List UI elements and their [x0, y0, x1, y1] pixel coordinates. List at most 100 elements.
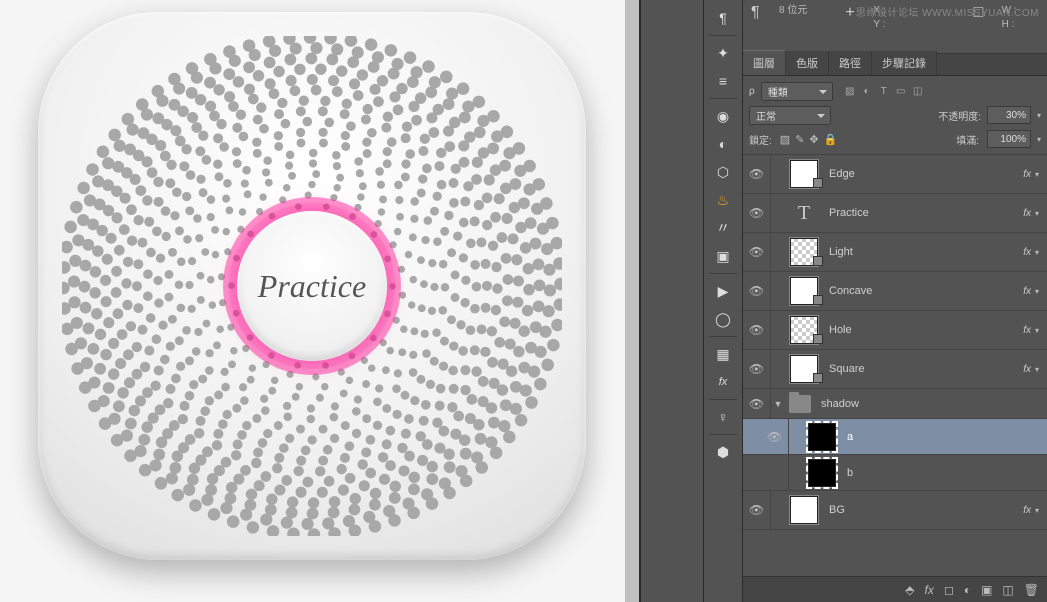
- opacity-input[interactable]: [987, 106, 1031, 124]
- filter-type-icon[interactable]: T: [877, 86, 891, 97]
- layer-concave[interactable]: 👁 Concave fx ▾: [743, 272, 1047, 311]
- document-canvas[interactable]: Practice: [0, 0, 625, 602]
- tab-channels[interactable]: 色版: [786, 51, 829, 75]
- tab-paths[interactable]: 路徑: [829, 51, 872, 75]
- fx-badge[interactable]: fx: [1023, 325, 1031, 336]
- canvas-gap: [640, 0, 703, 602]
- layer-thumbnail[interactable]: [807, 422, 837, 452]
- tab-history[interactable]: 步驟記錄: [872, 51, 937, 75]
- delete-layer-icon[interactable]: 🗑: [1024, 583, 1039, 597]
- layer-filter-icons: ▨ ◐ T ▭ ◫: [843, 86, 925, 97]
- canvas-area: Practice: [0, 0, 640, 602]
- brush-settings-icon[interactable]: ✦: [709, 40, 737, 66]
- blend-mode-dropdown[interactable]: 正常: [749, 106, 831, 125]
- color-picker-tool-icon[interactable]: ⬡: [709, 159, 737, 185]
- visibility-toggle[interactable]: 👁: [743, 155, 771, 193]
- filter-adjust-icon[interactable]: ◐: [860, 86, 874, 97]
- opacity-label: 不透明度:: [938, 108, 981, 123]
- fx-icon[interactable]: fx: [709, 369, 737, 395]
- layer-kind-dropdown[interactable]: 種類: [761, 82, 833, 101]
- lock-all-icon[interactable]: 🔒: [824, 133, 838, 146]
- fx-expand-icon[interactable]: ▾: [1035, 248, 1039, 257]
- shape-badge-icon: [813, 334, 823, 344]
- panels-column: 思缘设计论坛 WWW.MISSYUAN.COM ¶ 8 位元 + X : Y :…: [743, 0, 1047, 602]
- shape-badge-icon: [813, 373, 823, 383]
- layers-list[interactable]: 👁 Edge fx ▾ 👁 T Practice fx ▾ 👁 Light fx…: [743, 155, 1047, 576]
- tab-layers[interactable]: 圖層: [743, 50, 786, 75]
- visibility-toggle[interactable]: 👁: [743, 389, 771, 418]
- new-layer-icon[interactable]: ◫: [1002, 583, 1013, 597]
- fx-badge[interactable]: fx: [1023, 247, 1031, 258]
- device-icon-artwork: Practice: [38, 12, 586, 560]
- fx-badge[interactable]: fx: [1023, 286, 1031, 297]
- brush-presets-icon[interactable]: ≡: [709, 68, 737, 94]
- layer-hole[interactable]: 👁 Hole fx ▾: [743, 311, 1047, 350]
- paragraph-info-icon: ¶: [751, 4, 771, 49]
- y-label: Y :: [873, 18, 885, 32]
- fx-expand-icon[interactable]: ▾: [1035, 287, 1039, 296]
- styles-icon[interactable]: 〃: [709, 215, 737, 241]
- layer-practice[interactable]: 👁 T Practice fx ▾: [743, 194, 1047, 233]
- lock-transparency-icon[interactable]: ▨: [780, 133, 790, 146]
- watermark-text: 思缘设计论坛 WWW.MISSYUAN.COM: [856, 4, 1039, 19]
- swirl-icon[interactable]: ◐: [709, 131, 737, 157]
- add-group-icon[interactable]: ▣: [981, 583, 992, 597]
- visibility-toggle[interactable]: 👁: [743, 311, 771, 349]
- histogram-icon[interactable]: ▦: [709, 341, 737, 367]
- layer-b[interactable]: 👁 b: [743, 455, 1047, 491]
- visibility-toggle[interactable]: 👁: [743, 233, 771, 271]
- fx-expand-icon[interactable]: ▾: [1035, 365, 1039, 374]
- kind-prefix: ρ: [749, 86, 755, 97]
- fx-expand-icon[interactable]: ▾: [1035, 506, 1039, 515]
- clone-source-icon[interactable]: ◉: [709, 103, 737, 129]
- folder-icon[interactable]: [789, 395, 811, 413]
- device-center-label: Practice: [258, 268, 366, 305]
- fx-expand-icon[interactable]: ▾: [1035, 326, 1039, 335]
- fx-badge[interactable]: fx: [1023, 364, 1031, 375]
- 3d-icon[interactable]: ⬢: [709, 439, 737, 465]
- layer-square[interactable]: 👁 Square fx ▾: [743, 350, 1047, 389]
- fx-expand-icon[interactable]: ▾: [1035, 170, 1039, 179]
- play-icon[interactable]: ▶: [709, 278, 737, 304]
- add-mask-icon[interactable]: ◻: [944, 583, 954, 597]
- visibility-toggle[interactable]: 👁: [761, 455, 789, 490]
- lock-position-icon[interactable]: ✥: [809, 133, 818, 146]
- layer-thumbnail[interactable]: [807, 458, 837, 488]
- visibility-toggle[interactable]: 👁: [761, 419, 789, 454]
- visibility-toggle[interactable]: 👁: [743, 350, 771, 388]
- actions-icon[interactable]: ◯: [709, 306, 737, 332]
- shape-badge-icon: [813, 256, 823, 266]
- fill-input[interactable]: [987, 130, 1031, 148]
- layer-light[interactable]: 👁 Light fx ▾: [743, 233, 1047, 272]
- fx-badge[interactable]: fx: [1023, 208, 1031, 219]
- swatches-icon[interactable]: ▣: [709, 243, 737, 269]
- layer-group-shadow[interactable]: 👁 ▼ shadow: [743, 389, 1047, 419]
- layer-a[interactable]: 👁 a: [743, 419, 1047, 455]
- link-layers-icon[interactable]: ⬘: [905, 583, 914, 597]
- layer-edge[interactable]: 👁 Edge fx ▾: [743, 155, 1047, 194]
- fx-expand-icon[interactable]: ▾: [1035, 209, 1039, 218]
- add-fx-icon[interactable]: fx: [925, 583, 934, 597]
- add-adjustment-icon[interactable]: ◐: [964, 583, 971, 597]
- fill-chevron-icon[interactable]: ▾: [1037, 135, 1041, 144]
- device-center-button: Practice: [237, 211, 387, 361]
- visibility-toggle[interactable]: 👁: [743, 194, 771, 232]
- filter-pixel-icon[interactable]: ▨: [843, 86, 857, 97]
- filter-shape-icon[interactable]: ▭: [894, 86, 908, 97]
- shape-badge-icon: [813, 178, 823, 188]
- bulb-icon[interactable]: ♀: [709, 404, 737, 430]
- fx-badge[interactable]: fx: [1023, 169, 1031, 180]
- filter-smart-icon[interactable]: ◫: [911, 86, 925, 97]
- opacity-chevron-icon[interactable]: ▾: [1037, 111, 1041, 120]
- group-expand-icon[interactable]: ▼: [771, 399, 785, 409]
- layer-bg[interactable]: 👁 BG fx ▾: [743, 491, 1047, 530]
- lock-pixels-icon[interactable]: ✎: [795, 133, 804, 146]
- paragraph-tool-icon[interactable]: ¶: [709, 5, 737, 31]
- visibility-toggle[interactable]: 👁: [743, 272, 771, 310]
- layer-thumbnail[interactable]: [789, 495, 819, 525]
- visibility-toggle[interactable]: 👁: [743, 491, 771, 529]
- flame-icon[interactable]: ♨: [709, 187, 737, 213]
- fx-badge[interactable]: fx: [1023, 505, 1031, 516]
- text-layer-thumbnail[interactable]: T: [789, 198, 819, 228]
- fill-label: 填滿:: [956, 132, 979, 147]
